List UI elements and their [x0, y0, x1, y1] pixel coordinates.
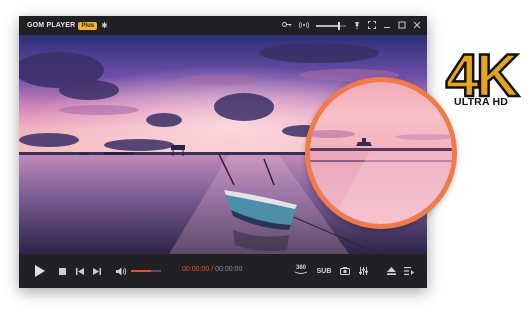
play-button[interactable]: [33, 263, 47, 279]
next-button[interactable]: [92, 266, 102, 276]
subtitle-button[interactable]: SUB: [316, 265, 332, 277]
key-icon[interactable]: [282, 21, 292, 30]
eject-button[interactable]: [385, 265, 397, 277]
volume-fill: [131, 270, 151, 272]
titlebar-volume-slider[interactable]: [316, 21, 346, 30]
plus-badge: Plus: [78, 21, 98, 30]
pin-icon[interactable]: [353, 21, 361, 31]
skip-previous-icon: [76, 267, 84, 275]
titlebar-controls: [282, 16, 421, 35]
total-time: 00:00:00: [215, 266, 243, 273]
capture-button[interactable]: [339, 265, 351, 277]
previous-button[interactable]: [75, 266, 85, 276]
equalizer-icon: [358, 267, 368, 275]
speaker-icon: [115, 267, 126, 275]
fullscreen-icon[interactable]: [368, 20, 376, 31]
vr360-button[interactable]: 360: [292, 262, 310, 278]
broadcast-icon[interactable]: [298, 21, 310, 31]
playlist-icon: [404, 267, 414, 275]
time-display: 00:00:00 / 00:00:00: [182, 266, 242, 273]
minimize-icon[interactable]: [383, 21, 391, 31]
magnified-view-image: [310, 82, 452, 224]
skip-next-icon: [93, 267, 101, 275]
titlebar-volume-knob[interactable]: [337, 21, 340, 30]
playlist-button[interactable]: [403, 265, 415, 277]
stop-icon: [58, 267, 66, 275]
play-icon: [35, 265, 45, 277]
eject-icon: [386, 267, 396, 275]
volume-slider[interactable]: [131, 270, 161, 272]
app-title: GOM PLAYER: [27, 22, 76, 29]
title-bar[interactable]: GOM PLAYER Plus ✱: [19, 16, 427, 35]
current-time: 00:00:00: [182, 266, 210, 273]
close-icon[interactable]: [413, 21, 421, 31]
titlebar-volume-fill: [316, 24, 339, 27]
vr360-arc-icon: [294, 271, 308, 274]
maximize-icon[interactable]: [398, 21, 406, 31]
mute-button[interactable]: [115, 265, 127, 277]
stop-button[interactable]: [57, 266, 67, 276]
camera-icon: [340, 267, 350, 275]
zoom-magnifier: [305, 77, 457, 229]
settings-icon[interactable]: ✱: [101, 21, 108, 30]
ultra-hd-label: ULTRA HD: [453, 96, 509, 108]
control-bar: 00:00:00 / 00:00:00 360 SUB: [19, 254, 427, 288]
equalizer-button[interactable]: [357, 265, 369, 277]
